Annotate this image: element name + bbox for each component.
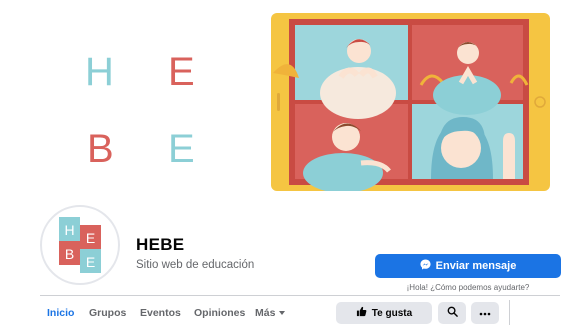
cover-letter-b: B — [87, 127, 114, 171]
thumbs-up-icon — [356, 306, 367, 320]
send-message-button[interactable]: Enviar mensaje — [375, 254, 561, 278]
like-button[interactable]: Te gusta — [336, 302, 432, 324]
video-call-illustration — [271, 13, 550, 193]
message-hint: ¡Hola! ¿Cómo podemos ayudarte? — [406, 283, 530, 292]
more-options-button[interactable] — [471, 302, 499, 324]
cover-photo[interactable]: H E B E — [20, 0, 566, 208]
ellipsis-icon — [479, 308, 491, 319]
profile-divider — [40, 295, 560, 296]
page-avatar[interactable]: H E B E — [40, 205, 120, 285]
svg-text:E: E — [86, 254, 95, 270]
action-separator — [509, 300, 510, 325]
messenger-icon — [420, 259, 431, 273]
page-title: HEBE — [136, 235, 185, 254]
page-category: Sitio web de educación — [136, 259, 255, 271]
tab-grupos[interactable]: Grupos — [89, 307, 126, 319]
search-button[interactable] — [438, 302, 466, 324]
send-message-label: Enviar mensaje — [435, 260, 517, 272]
tab-inicio[interactable]: Inicio — [47, 307, 74, 319]
like-label: Te gusta — [371, 307, 413, 319]
svg-text:B: B — [65, 246, 74, 262]
svg-text:H: H — [64, 222, 74, 238]
search-icon — [447, 306, 458, 320]
cover-letter-e2: E — [168, 127, 195, 171]
tab-opiniones[interactable]: Opiniones — [194, 307, 245, 319]
svg-text:E: E — [86, 230, 95, 246]
cover-letter-h: H — [85, 50, 114, 94]
tab-more[interactable]: Más — [255, 307, 286, 319]
tab-more-label: Más — [255, 307, 276, 319]
cover-letter-e1: E — [168, 50, 195, 94]
tab-eventos[interactable]: Eventos — [140, 307, 181, 319]
chevron-down-icon — [279, 311, 286, 315]
